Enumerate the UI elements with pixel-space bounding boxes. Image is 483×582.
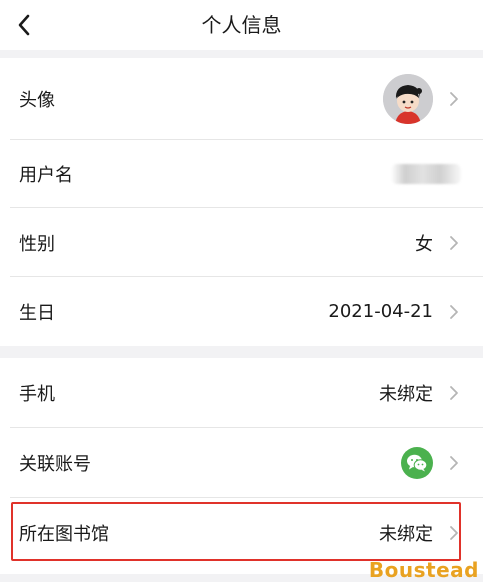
watermark: Boustead: [368, 558, 479, 582]
linked-account-label: 关联账号: [19, 454, 91, 475]
birthday-label: 生日: [19, 302, 55, 324]
avatar-image: [383, 74, 433, 124]
chevron-right-icon: [447, 386, 461, 400]
birthday-value: 2021-04-21: [328, 301, 433, 322]
profile-group: 头像 用户名 性别 女 生日 2021-04-21: [0, 58, 483, 346]
chevron-right-icon: [447, 235, 461, 250]
avatar: [383, 74, 433, 124]
phone-label: 手机: [19, 384, 55, 405]
row-username[interactable]: 用户名: [0, 140, 483, 208]
chevron-right-icon: [447, 304, 461, 319]
row-avatar[interactable]: 头像: [0, 58, 483, 140]
row-birthday[interactable]: 生日 2021-04-21: [0, 277, 483, 346]
row-phone[interactable]: 手机 未绑定: [0, 358, 483, 428]
library-label: 所在图书馆: [19, 524, 109, 545]
nav-bar: 个人信息: [0, 0, 483, 50]
chevron-right-icon: [447, 526, 461, 540]
wechat-icon[interactable]: [401, 447, 433, 479]
chevron-right-icon: [447, 456, 461, 470]
gender-value: 女: [415, 233, 433, 255]
username-label: 用户名: [19, 165, 73, 186]
chevron-right-icon: [447, 92, 461, 106]
avatar-label: 头像: [19, 90, 55, 111]
row-gender[interactable]: 性别 女: [0, 208, 483, 277]
gender-label: 性别: [19, 233, 55, 255]
binding-group: 手机 未绑定 关联账号 所在图书馆 未绑定: [0, 358, 483, 574]
username-value-redacted: [391, 164, 461, 184]
page-title: 个人信息: [201, 13, 282, 37]
phone-value: 未绑定: [379, 384, 433, 405]
row-linked-account[interactable]: 关联账号: [0, 428, 483, 498]
